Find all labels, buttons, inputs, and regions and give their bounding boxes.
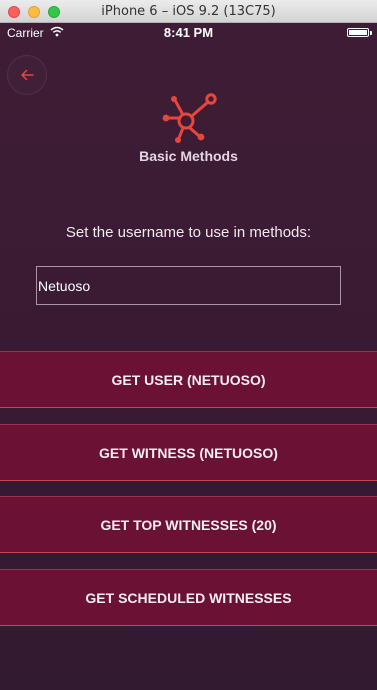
back-button[interactable] [7,55,47,95]
get-scheduled-witnesses-button[interactable]: GET SCHEDULED WITNESSES [0,569,377,626]
status-bar: Carrier 8:41 PM [0,23,377,43]
username-input[interactable] [36,266,341,305]
username-instruction: Set the username to use in methods: [65,224,312,241]
network-nodes-icon [162,93,217,143]
window-titlebar: iPhone 6 – iOS 9.2 (13C75) [0,0,377,23]
get-user-button[interactable]: GET USER (NETUOSO) [0,351,377,408]
status-time: 8:41 PM [163,25,214,40]
get-witness-button[interactable]: GET WITNESS (NETUOSO) [0,424,377,481]
window-title: iPhone 6 – iOS 9.2 (13C75) [101,4,276,19]
screen-title: Basic Methods [139,148,238,164]
battery-icon [347,28,372,37]
get-top-witnesses-button[interactable]: GET TOP WITNESSES (20) [0,496,377,553]
app-screen: Carrier 8:41 PM Basic Methods Set the us… [0,23,377,690]
back-arrow-icon [21,69,34,81]
simulator-window: iPhone 6 – iOS 9.2 (13C75) Carrier 8:41 … [0,0,377,690]
